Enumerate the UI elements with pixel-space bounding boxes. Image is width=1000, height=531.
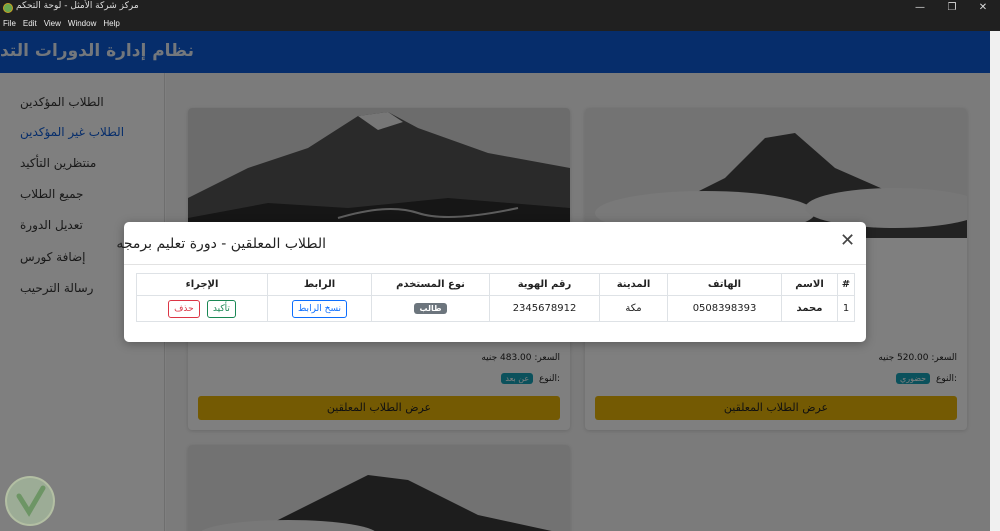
cell-actions: تأكيد حذف [136, 295, 268, 322]
column-header-phone: الهاتف [667, 273, 782, 296]
column-header-action: الإجراء [136, 273, 268, 296]
close-icon[interactable]: ✕ [840, 232, 855, 250]
menu-edit[interactable]: Edit [23, 19, 37, 28]
scrollbar[interactable] [990, 31, 1000, 531]
watermark-check-icon [16, 485, 46, 517]
column-header-index: # [837, 273, 855, 296]
cell-user-type: طالب [371, 295, 490, 322]
window-titlebar: مركز شركة الأمثل - لوحة التحكم — ❐ ✕ [0, 0, 1000, 16]
app-logo-icon [3, 3, 13, 13]
user-type-badge: طالب [414, 303, 447, 314]
menu-help[interactable]: Help [103, 19, 119, 28]
minimize-button[interactable]: — [905, 0, 935, 16]
confirm-button[interactable]: تأكيد [206, 299, 236, 318]
copy-link-button[interactable]: نسخ الرابط [292, 299, 347, 318]
pending-students-modal: الطلاب المعلقين - دورة تعليم برمجه ✕ # ا… [116, 222, 866, 342]
watermark-logo [5, 476, 55, 526]
table-header-row: # الاسم الهاتف المدينة رقم الهوية نوع ال… [136, 273, 855, 296]
window-title: مركز شركة الأمثل - لوحة التحكم [16, 1, 139, 11]
close-window-button[interactable]: ✕ [968, 0, 998, 16]
menu-window[interactable]: Window [68, 19, 96, 28]
cell-phone: 0508398393 [667, 295, 782, 322]
cell-link: نسخ الرابط [267, 295, 372, 322]
menu-view[interactable]: View [44, 19, 61, 28]
column-header-city: المدينة [599, 273, 668, 296]
cell-index: 1 [837, 295, 855, 322]
column-header-id-number: رقم الهوية [489, 273, 600, 296]
modal-title: الطلاب المعلقين - دورة تعليم برمجه [116, 236, 326, 252]
pending-students-table: # الاسم الهاتف المدينة رقم الهوية نوع ال… [136, 273, 855, 322]
table-row: 1 محمد 0508398393 مكة 2345678912 طالب نس… [136, 295, 855, 322]
modal-divider [124, 264, 866, 265]
cell-city: مكة [599, 295, 668, 322]
delete-button[interactable]: حذف [168, 299, 200, 318]
cell-name: محمد [781, 295, 838, 322]
column-header-link: الرابط [267, 273, 372, 296]
menu-bar: File Edit View Window Help [0, 16, 1000, 31]
maximize-button[interactable]: ❐ [937, 0, 967, 16]
column-header-user-type: نوع المستخدم [371, 273, 490, 296]
cell-id-number: 2345678912 [489, 295, 600, 322]
menu-file[interactable]: File [3, 19, 16, 28]
column-header-name: الاسم [781, 273, 838, 296]
